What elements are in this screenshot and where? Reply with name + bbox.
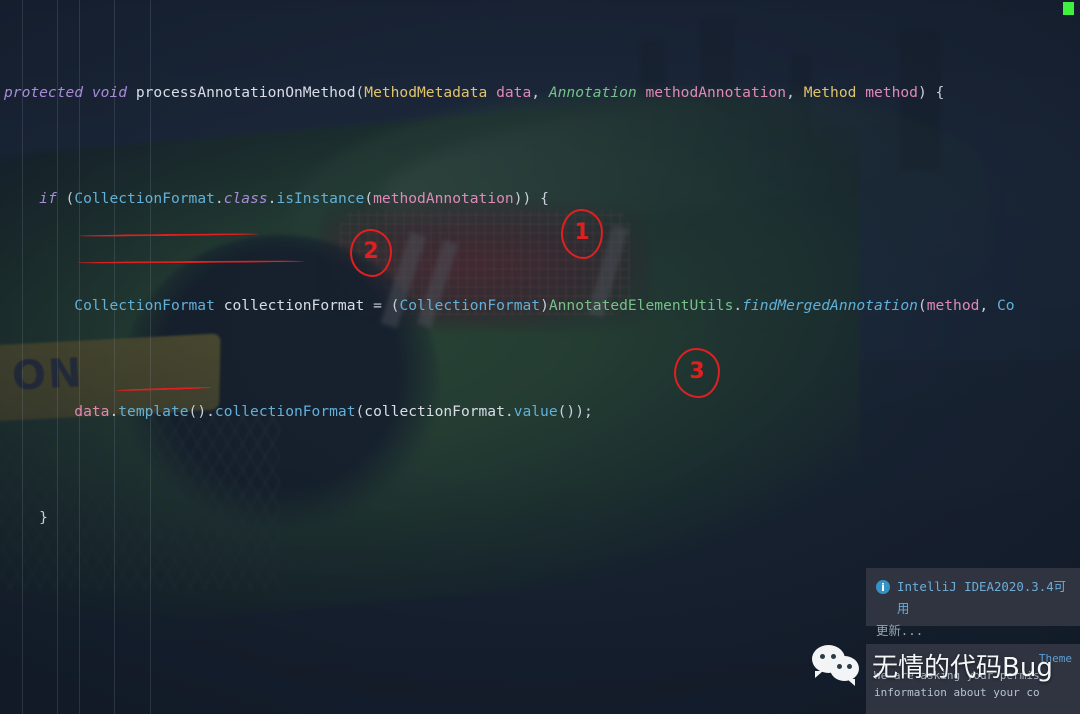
data-sharing-consent-popup[interactable]: Theme We are asking your permis informat… <box>866 644 1080 714</box>
theme-link-row: Theme <box>874 650 1072 667</box>
notification-title[interactable]: IntelliJ IDEA2020.3.4可用 <box>897 576 1070 620</box>
consent-text-line-1: We are asking your permis <box>874 669 1040 682</box>
inspection-status-marker[interactable] <box>1063 2 1074 15</box>
code-line[interactable]: if (CollectionFormat.class.isInstance(me… <box>0 186 1080 213</box>
screen: ON protected void processAnnotationOnMet… <box>0 0 1080 714</box>
update-notification-popup[interactable]: i IntelliJ IDEA2020.3.4可用 更新... <box>866 568 1080 638</box>
notification-title-row: i IntelliJ IDEA2020.3.4可用 <box>876 576 1070 620</box>
code-line[interactable]: CollectionFormat collectionFormat = (Col… <box>0 293 1080 320</box>
code-line[interactable]: protected void processAnnotationOnMethod… <box>0 80 1080 107</box>
code-line[interactable]: } <box>0 505 1080 532</box>
code-line[interactable]: data.template().collectionFormat(collect… <box>0 399 1080 426</box>
notification-action-link[interactable]: 更新... <box>876 620 1070 642</box>
theme-link[interactable]: Theme <box>1039 652 1072 665</box>
consent-text-line-2: information about your co <box>874 686 1040 699</box>
info-icon: i <box>876 580 890 594</box>
